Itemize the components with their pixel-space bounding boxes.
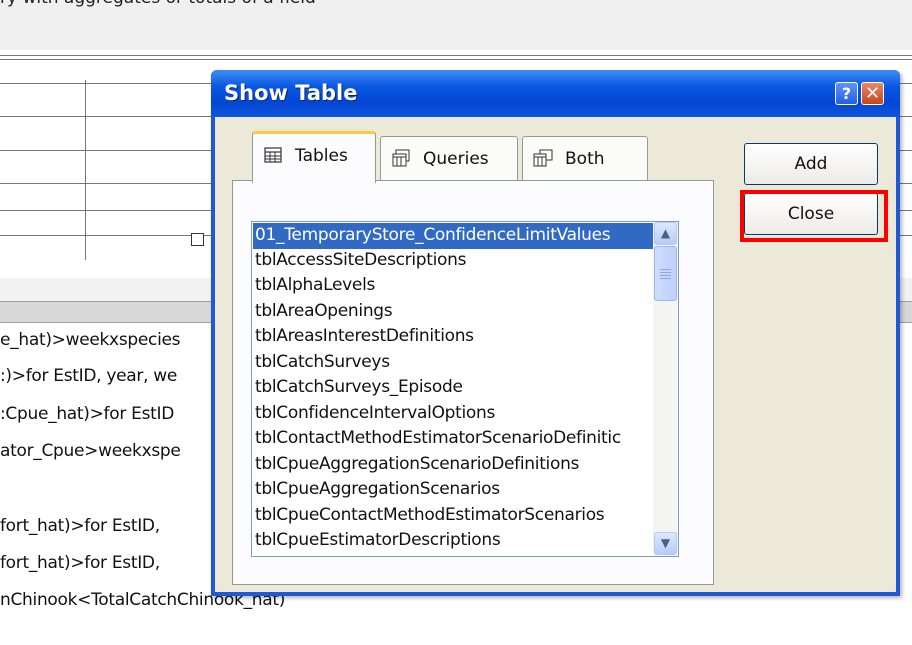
list-item[interactable]: tblAreasInterestDefinitions bbox=[253, 324, 665, 350]
scroll-up-button[interactable]: ▲ bbox=[654, 222, 677, 245]
expression-text: fort_hat)>for EstID, bbox=[0, 553, 160, 573]
help-button[interactable]: ? bbox=[835, 82, 858, 105]
show-checkbox[interactable] bbox=[191, 233, 204, 246]
tab-queries[interactable]: Queries bbox=[380, 136, 518, 183]
grip-line bbox=[660, 272, 671, 273]
tab-tables-label: Tables bbox=[295, 146, 348, 166]
scroll-down-button[interactable]: ▼ bbox=[654, 532, 677, 555]
tab-queries-label: Queries bbox=[423, 149, 489, 169]
grip-line bbox=[660, 269, 671, 270]
tab-panel: 01_TemporaryStore_ConfidenceLimitValues … bbox=[232, 180, 714, 585]
list-item[interactable]: tblCpueAggregationScenarios bbox=[253, 477, 665, 503]
tab-both-label: Both bbox=[565, 149, 605, 169]
expression-text: :)>for EstID, year, we bbox=[0, 366, 178, 386]
grip-line bbox=[660, 275, 671, 276]
partial-header-text: ry with aggregates or totals of a field bbox=[0, 0, 316, 8]
list-item[interactable]: 01_TemporaryStore_ConfidenceLimitValues bbox=[253, 223, 665, 249]
list-item[interactable]: tblCpueAggregationScenarioDefinitions bbox=[253, 452, 665, 478]
list-item[interactable]: tblAccessSiteDescriptions bbox=[253, 248, 665, 274]
list-item[interactable]: tblCatchSurveys bbox=[253, 350, 665, 376]
expression-text: ator_Cpue>weekxspe bbox=[0, 441, 181, 461]
close-window-button[interactable]: ✕ bbox=[861, 82, 884, 105]
expression-text: :Cpue_hat)>for EstID bbox=[0, 404, 175, 424]
dialog-title: Show Table bbox=[224, 81, 358, 105]
list-scrollbar[interactable]: ▲ ▼ bbox=[653, 222, 678, 556]
show-table-dialog: Show Table ? ✕ Tables Queries Both 01_Te… bbox=[211, 70, 900, 596]
list-item[interactable]: tblAreaOpenings bbox=[253, 299, 665, 325]
query-icon bbox=[392, 149, 410, 167]
list-item[interactable]: tblContactMethodEstimatorScenarioDefinit… bbox=[253, 426, 665, 452]
add-button[interactable]: Add bbox=[744, 143, 878, 185]
table-list[interactable]: 01_TemporaryStore_ConfidenceLimitValues … bbox=[251, 221, 679, 557]
list-item[interactable]: tblConfidenceIntervalOptions bbox=[253, 401, 665, 427]
table-icon bbox=[264, 147, 282, 163]
close-button-highlight bbox=[740, 190, 888, 242]
list-item[interactable]: tblCpueEstimatorDescriptions bbox=[253, 528, 665, 554]
expression-text: e_hat)>weekxspecies bbox=[0, 330, 181, 350]
grid-column-divider bbox=[85, 80, 86, 260]
expression-text: fort_hat)>for EstID, bbox=[0, 516, 160, 536]
both-icon bbox=[533, 149, 553, 167]
dialog-titlebar[interactable]: Show Table ? ✕ bbox=[211, 70, 900, 117]
grid-line bbox=[0, 59, 912, 60]
grid-line bbox=[0, 55, 912, 56]
list-item[interactable]: tblAlphaLevels bbox=[253, 273, 665, 299]
list-item[interactable]: tblCpueContactMethodEstimatorScenarios bbox=[253, 503, 665, 529]
scroll-thumb[interactable] bbox=[654, 246, 677, 301]
tab-tables[interactable]: Tables bbox=[252, 131, 376, 183]
grip-line bbox=[660, 278, 671, 279]
tab-both[interactable]: Both bbox=[522, 136, 648, 183]
dialog-body: Tables Queries Both 01_TemporaryStore_Co… bbox=[215, 117, 896, 592]
list-item[interactable]: tblCatchSurveys_Episode bbox=[253, 375, 665, 401]
top-strip: ry with aggregates or totals of a field bbox=[0, 0, 912, 50]
